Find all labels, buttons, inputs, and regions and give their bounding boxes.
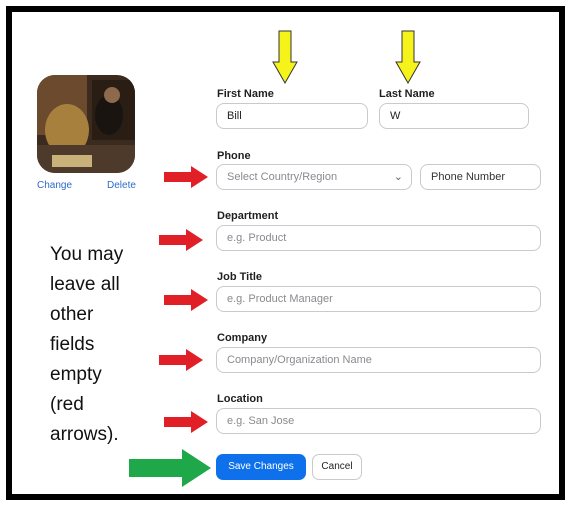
red-arrow-phone: [164, 166, 208, 188]
red-arrow-location: [164, 411, 208, 433]
note-line: You may: [50, 244, 124, 265]
company-input[interactable]: Company/Organization Name: [216, 347, 541, 373]
first-name-label: First Name: [217, 88, 274, 100]
instruction-note: You may leave all other fields empty (re…: [50, 240, 160, 450]
phone-label: Phone: [217, 150, 251, 162]
save-changes-button[interactable]: Save Changes: [216, 454, 306, 480]
note-line: leave all: [50, 274, 120, 295]
note-line: (red: [50, 394, 84, 415]
location-input[interactable]: e.g. San Jose: [216, 408, 541, 434]
department-label: Department: [217, 210, 279, 222]
department-input[interactable]: e.g. Product: [216, 225, 541, 251]
red-arrow-job-title: [164, 289, 208, 311]
note-line: other: [50, 304, 94, 325]
avatar[interactable]: [37, 75, 135, 173]
delete-photo-link[interactable]: Delete: [107, 180, 136, 191]
job-title-label: Job Title: [217, 271, 263, 283]
country-select[interactable]: Select Country/Region ⌄: [216, 164, 412, 190]
red-arrow-department: [159, 229, 203, 251]
last-name-input[interactable]: W: [379, 103, 529, 129]
change-photo-link[interactable]: Change: [37, 180, 72, 191]
last-name-label: Last Name: [379, 88, 435, 100]
job-title-input[interactable]: e.g. Product Manager: [216, 286, 541, 312]
green-arrow-save: [129, 449, 211, 487]
cancel-button[interactable]: Cancel: [312, 454, 362, 480]
country-select-placeholder: Select Country/Region: [227, 171, 338, 183]
yellow-arrow-first-name: [272, 30, 298, 84]
chevron-down-icon: ⌄: [393, 171, 403, 183]
note-line: fields: [50, 334, 95, 355]
note-line: empty: [50, 364, 102, 385]
yellow-arrow-last-name: [395, 30, 421, 84]
avatar-photo: [37, 75, 135, 173]
first-name-input[interactable]: Bill: [216, 103, 368, 129]
phone-number-input[interactable]: Phone Number: [420, 164, 541, 190]
location-label: Location: [217, 393, 263, 405]
note-line: arrows).: [50, 424, 119, 445]
company-label: Company: [217, 332, 268, 344]
red-arrow-company: [159, 349, 203, 371]
